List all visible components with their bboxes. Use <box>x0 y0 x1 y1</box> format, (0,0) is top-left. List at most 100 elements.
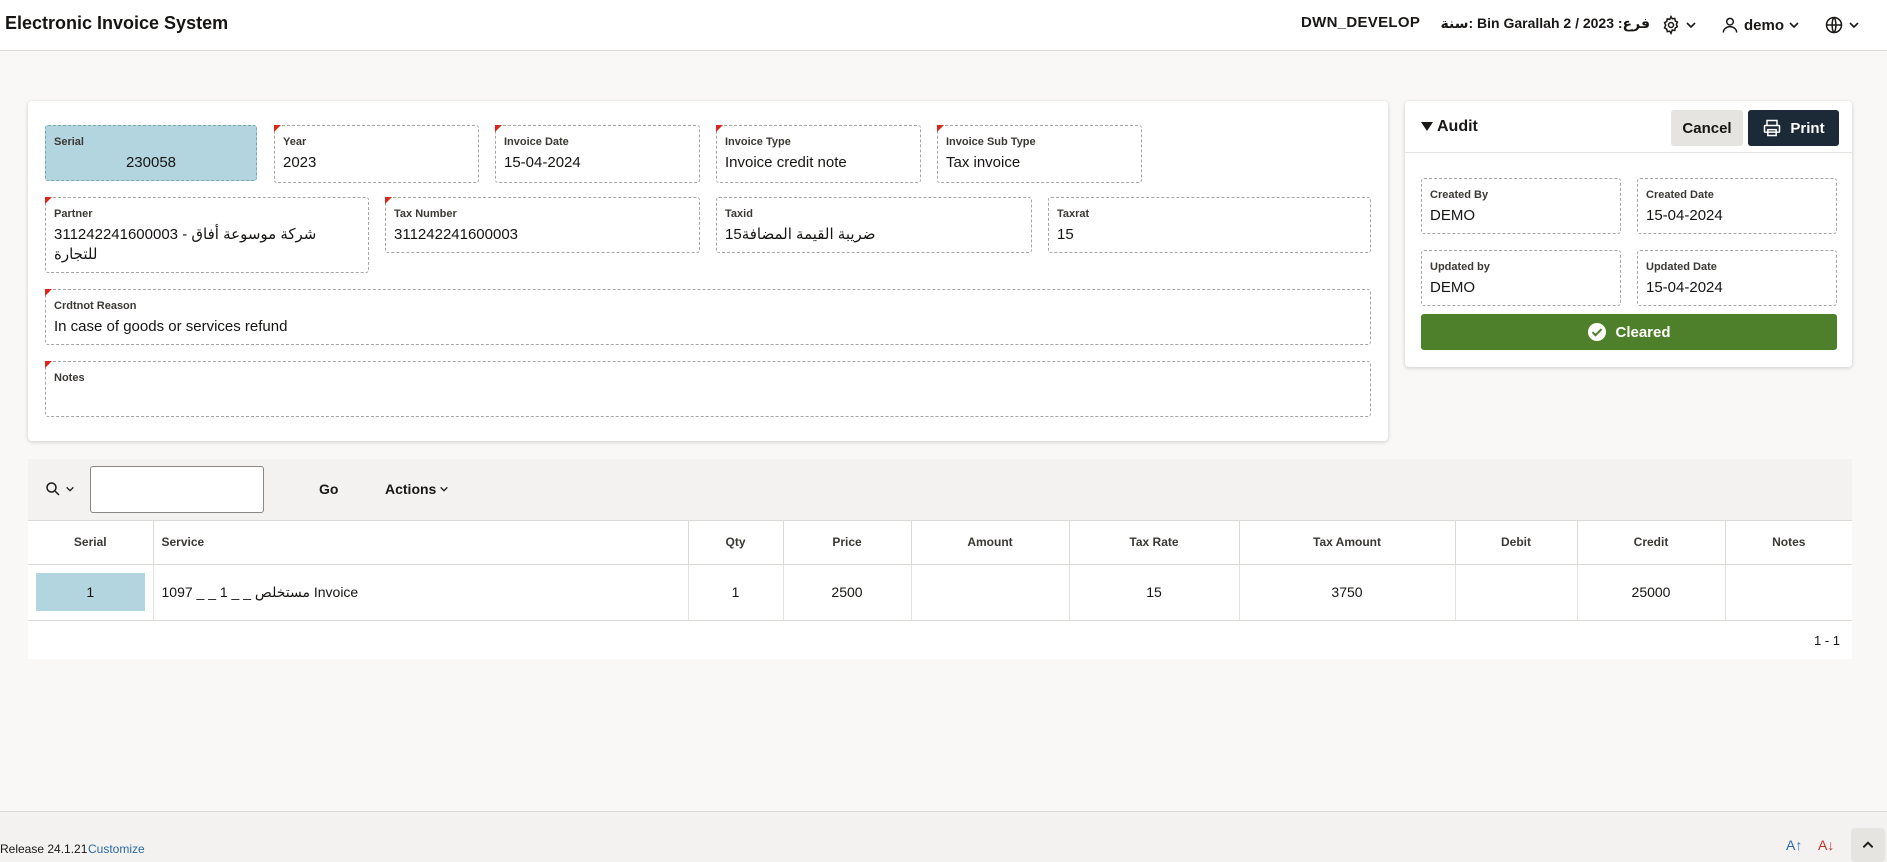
column-header-amount[interactable]: Amount <box>911 521 1070 565</box>
tax-number-field[interactable]: Tax Number 311242241600003 <box>385 197 700 253</box>
serial-cell-value: 1 <box>35 573 145 611</box>
cell-debit[interactable] <box>1455 564 1578 621</box>
invoice-form-card: Serial 230058 Year 2023 Invoice Date 15-… <box>28 101 1388 441</box>
taxrat-label: Taxrat <box>1057 208 1090 220</box>
notes-field[interactable]: Notes <box>45 361 1371 417</box>
print-button[interactable]: Print <box>1748 110 1839 146</box>
created-date-value: 15-04-2024 <box>1646 207 1723 224</box>
actions-menu-button[interactable]: Actions <box>385 481 449 497</box>
partner-field[interactable]: Partner 311242241600003 - شركة موسوعة أف… <box>45 197 369 273</box>
updated-by-label: Updated by <box>1430 261 1490 273</box>
invoice-type-field[interactable]: Invoice Type Invoice credit note <box>716 125 921 183</box>
audit-title[interactable]: Audit <box>1437 118 1478 136</box>
cell-credit[interactable]: 25000 <box>1577 564 1726 621</box>
created-by-value: DEMO <box>1430 207 1475 224</box>
crdtnot-reason-field[interactable]: Crdtnot Reason In case of goods or servi… <box>45 289 1371 345</box>
partner-label: Partner <box>54 208 93 220</box>
invoice-date-label: Invoice Date <box>504 136 569 148</box>
cell-serial[interactable]: 1 <box>28 564 154 621</box>
invoice-date-value: 15-04-2024 <box>504 154 581 171</box>
actions-label: Actions <box>385 481 437 497</box>
top-navigation-bar: Electronic Invoice System DWN_DEVELOP فر… <box>0 0 1887 51</box>
updated-date-label: Updated Date <box>1646 261 1717 273</box>
cell-tax-rate[interactable]: 15 <box>1069 564 1240 621</box>
updated-date-field[interactable]: Updated Date 15-04-2024 <box>1637 250 1837 306</box>
globe-icon <box>1825 16 1843 34</box>
created-by-field[interactable]: Created By DEMO <box>1421 178 1621 234</box>
status-label: Cleared <box>1615 323 1671 341</box>
chevron-down-icon <box>66 486 74 492</box>
invoice-sub-type-label: Invoice Sub Type <box>946 136 1036 148</box>
search-input[interactable] <box>90 466 264 513</box>
created-date-field[interactable]: Created Date 15-04-2024 <box>1637 178 1837 234</box>
notes-label: Notes <box>54 372 85 384</box>
chevron-down-icon <box>1789 22 1799 29</box>
table-row[interactable]: 1 1097 _ _ 1 _ _ مستخلص Invoice 1 2500 1… <box>28 564 1852 621</box>
taxid-label: Taxid <box>725 208 753 220</box>
cell-price[interactable]: 2500 <box>783 564 912 621</box>
go-button[interactable]: Go <box>319 481 338 497</box>
font-size-increase-icon[interactable]: A↑ <box>1786 837 1802 853</box>
scroll-to-top-button[interactable] <box>1851 828 1885 862</box>
taxid-value: 15ضريبة القيمة المضافة <box>725 226 876 243</box>
column-header-notes[interactable]: Notes <box>1725 521 1852 565</box>
chevron-up-icon <box>1862 841 1874 848</box>
serial-field[interactable]: Serial 230058 <box>45 125 257 181</box>
cell-service[interactable]: 1097 _ _ 1 _ _ مستخلص Invoice <box>153 564 689 621</box>
customize-link[interactable]: Customize <box>88 842 145 856</box>
column-header-service[interactable]: Service <box>153 521 689 565</box>
check-circle-icon <box>1588 323 1607 341</box>
created-by-label: Created By <box>1430 189 1489 201</box>
invoice-type-label: Invoice Type <box>725 136 791 148</box>
column-header-tax-amount[interactable]: Tax Amount <box>1239 521 1456 565</box>
year-label: Year <box>283 136 307 148</box>
cancel-button[interactable]: Cancel <box>1671 110 1743 146</box>
print-label: Print <box>1790 119 1825 137</box>
chevron-down-icon <box>1686 22 1696 29</box>
table-header-row: Serial Service Qty Price Amount Tax Rate… <box>28 521 1852 565</box>
pagination-label: 1 - 1 <box>1813 633 1840 648</box>
invoice-sub-type-field[interactable]: Invoice Sub Type Tax invoice <box>937 125 1142 183</box>
service-lines-grid: Go Actions Serial Service Qty Price Amou… <box>28 459 1852 659</box>
cell-notes[interactable] <box>1725 564 1852 621</box>
serial-value: 230058 <box>125 154 177 171</box>
font-size-decrease-icon[interactable]: A↓ <box>1818 837 1834 853</box>
column-header-price[interactable]: Price <box>783 521 912 565</box>
search-column-selector[interactable] <box>44 480 75 498</box>
cell-tax-amount[interactable]: 3750 <box>1239 564 1456 621</box>
taxrat-field[interactable]: Taxrat 15 <box>1048 197 1371 253</box>
year-field[interactable]: Year 2023 <box>274 125 479 183</box>
app-title[interactable]: Electronic Invoice System <box>5 13 228 34</box>
service-lines-table: Serial Service Qty Price Amount Tax Rate… <box>28 521 1852 621</box>
taxrat-value: 15 <box>1057 226 1074 243</box>
release-label: Release 24.1.21 <box>0 842 88 856</box>
audit-header: Audit Cancel Print <box>1405 101 1852 153</box>
column-header-debit[interactable]: Debit <box>1455 521 1578 565</box>
chevron-down-icon <box>1849 22 1859 29</box>
taxid-field[interactable]: Taxid 15ضريبة القيمة المضافة <box>716 197 1032 253</box>
updated-date-value: 15-04-2024 <box>1646 279 1723 296</box>
column-header-qty[interactable]: Qty <box>688 521 784 565</box>
settings-menu[interactable] <box>1661 12 1697 38</box>
language-menu[interactable] <box>1824 12 1860 38</box>
column-header-serial[interactable]: Serial <box>28 521 154 565</box>
printer-icon <box>1764 119 1781 137</box>
chevron-down-icon <box>440 486 449 492</box>
cell-amount[interactable] <box>911 564 1070 621</box>
audit-region: Audit Cancel Print Created By DEMO Creat… <box>1405 101 1852 367</box>
environment-label: DWN_DEVELOP <box>1301 14 1421 31</box>
branch-year-label: فرع: Bin Garallah 2 / 2023 :سنة <box>1440 15 1651 31</box>
updated-by-field[interactable]: Updated by DEMO <box>1421 250 1621 306</box>
gear-icon <box>1663 15 1679 35</box>
crdtnot-reason-value: In case of goods or services refund <box>54 318 288 335</box>
page-footer: Release 24.1.21 Customize A↑ A↓ <box>0 811 1887 862</box>
collapse-toggle-icon[interactable] <box>1421 122 1433 131</box>
user-menu[interactable]: demo <box>1720 12 1800 38</box>
column-header-credit[interactable]: Credit <box>1577 521 1726 565</box>
status-badge: Cleared <box>1421 314 1837 350</box>
cell-qty[interactable]: 1 <box>688 564 784 621</box>
invoice-date-field[interactable]: Invoice Date 15-04-2024 <box>495 125 700 183</box>
column-header-tax-rate[interactable]: Tax Rate <box>1069 521 1240 565</box>
year-value: 2023 <box>283 154 317 171</box>
created-date-label: Created Date <box>1646 189 1714 201</box>
